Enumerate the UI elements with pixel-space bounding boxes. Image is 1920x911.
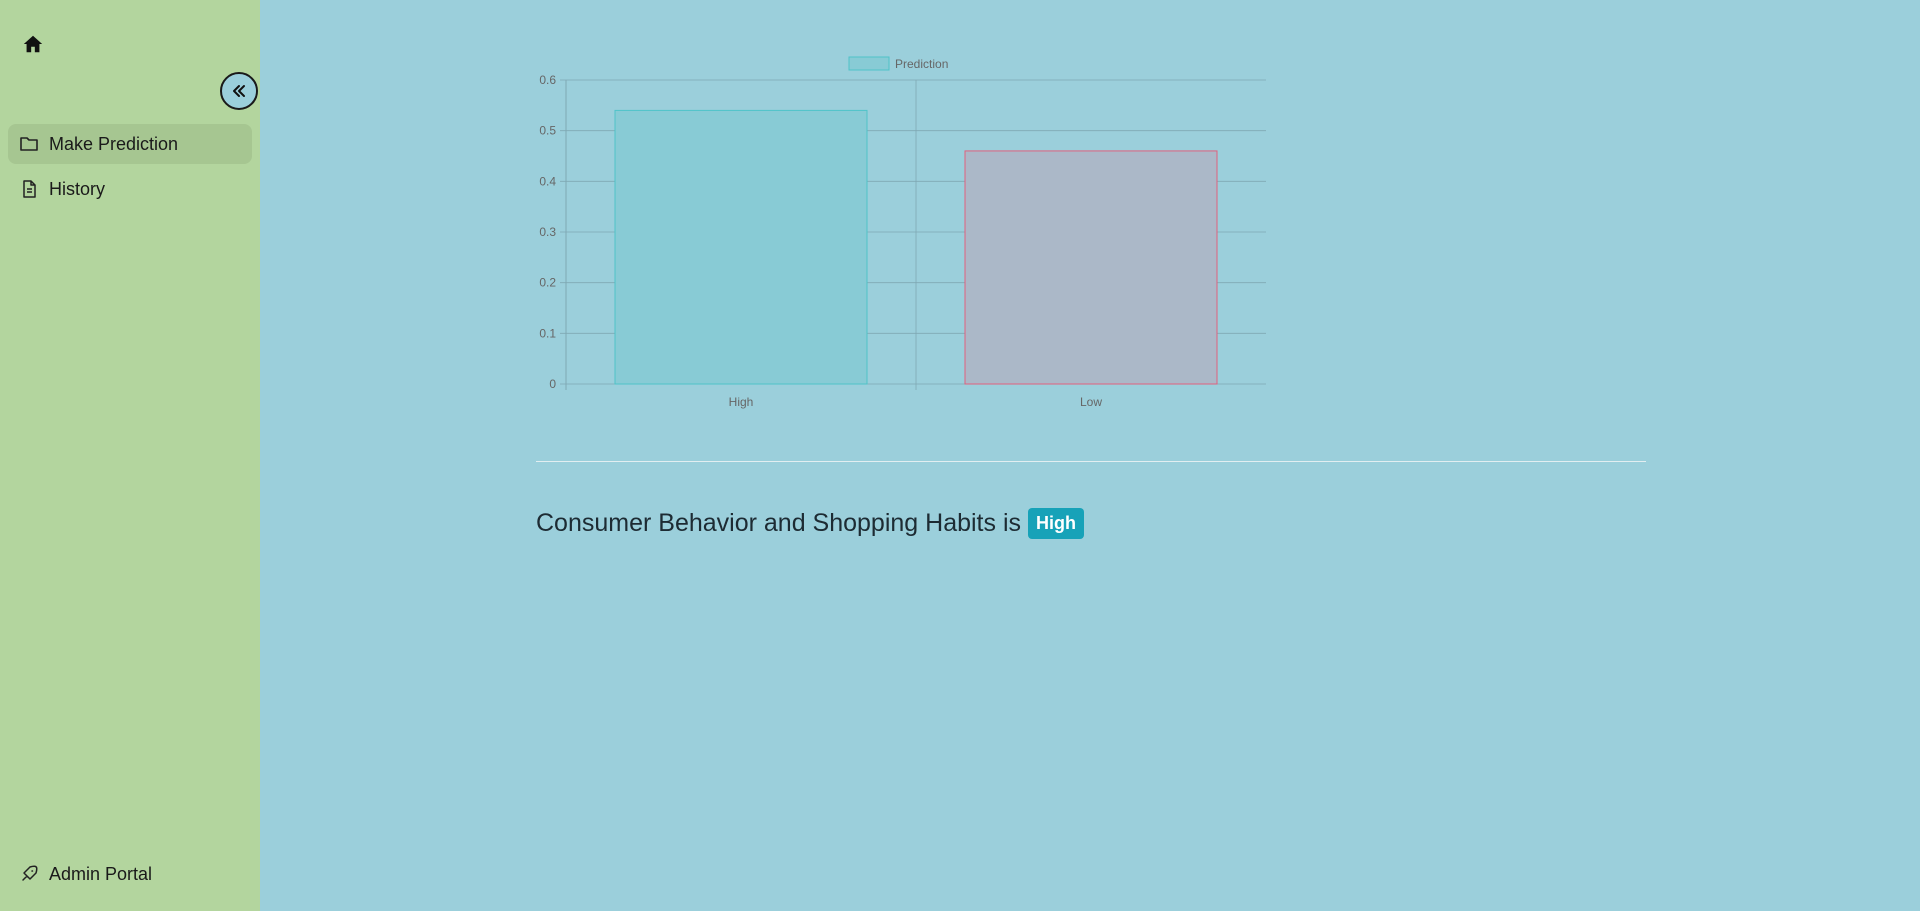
document-icon: [19, 179, 39, 199]
chevrons-left-icon: [231, 83, 247, 99]
y-tick-label: 0.6: [539, 73, 556, 87]
x-tick-label: Low: [1080, 395, 1102, 409]
sidebar-item-label: History: [49, 178, 106, 199]
y-tick-label: 0.1: [539, 326, 556, 340]
sidebar-item-make-prediction[interactable]: Make Prediction: [8, 124, 252, 164]
legend-label: Prediction: [895, 57, 948, 71]
home-icon[interactable]: [22, 33, 44, 55]
sidebar-item-label: Make Prediction: [49, 133, 179, 154]
legend-swatch: [848, 56, 890, 71]
bar-low: [964, 150, 1218, 385]
collapse-sidebar-button[interactable]: [220, 72, 258, 110]
sidebar-item-label: Admin Portal: [49, 863, 153, 884]
sidebar-item-admin-portal[interactable]: Admin Portal: [8, 854, 252, 894]
prediction-result: Consumer Behavior and Shopping Habits is…: [536, 508, 1084, 539]
rocket-icon: [19, 864, 39, 884]
x-tick-label: High: [729, 395, 754, 409]
result-badge: High: [1028, 508, 1084, 539]
y-tick-label: 0.3: [539, 225, 556, 239]
y-tick-label: 0: [549, 377, 556, 391]
sidebar-item-history[interactable]: History: [8, 169, 252, 209]
bar-high: [614, 109, 868, 385]
prediction-bar-chart: Prediction 0 0.1 0.2 0.3 0.4 0.5 0.6 High Low: [539, 56, 1266, 409]
y-tick-label: 0.5: [539, 124, 556, 138]
sidebar: Make Prediction History Admin Portal: [0, 0, 260, 911]
result-text: Consumer Behavior and Shopping Habits is: [536, 509, 1021, 537]
y-tick-label: 0.4: [539, 174, 556, 188]
divider: [536, 461, 1646, 462]
folder-icon: [19, 134, 39, 154]
y-tick-label: 0.2: [539, 276, 556, 290]
